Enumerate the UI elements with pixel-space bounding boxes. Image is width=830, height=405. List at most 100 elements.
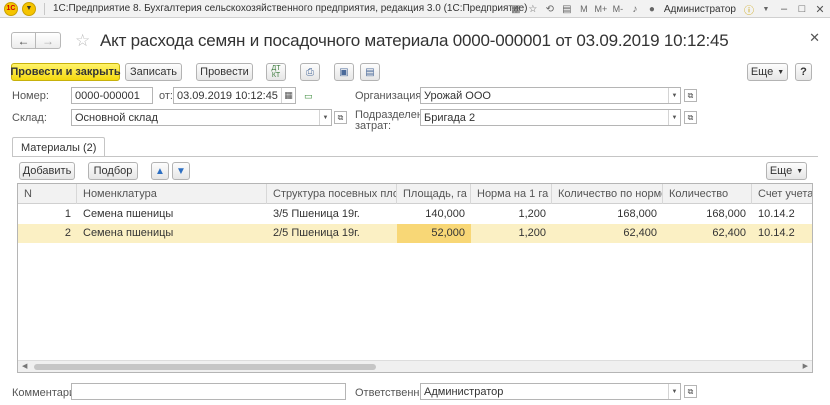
move-down-button[interactable]: ▼: [172, 162, 190, 180]
title-bar-tools: ▦ ☆ ⟲ ▤ M M+ M- ♪ ● Администратор ⓘ ▼ – …: [509, 0, 830, 18]
cost-department-value: Бригада 2: [424, 111, 476, 124]
column-header-structure[interactable]: Структура посевных площа...: [267, 184, 397, 204]
open-responsible-icon[interactable]: ⧉: [684, 385, 697, 398]
history-icon[interactable]: ⟲: [543, 2, 557, 16]
more-button[interactable]: Еще ▼: [747, 63, 788, 81]
date-value: 03.09.2019 10:12:45: [177, 89, 278, 102]
cell-structure[interactable]: 2/5 Пшеница 19г.: [267, 224, 397, 243]
m-minus-icon[interactable]: M-: [611, 2, 625, 16]
cell-norm[interactable]: 1,200: [471, 205, 552, 224]
materials-table[interactable]: N Номенклатура Структура посевных площа.…: [17, 183, 813, 373]
cost-department-label-line2: затрат:: [355, 120, 392, 132]
move-up-button[interactable]: ▲: [151, 162, 169, 180]
number-field[interactable]: 0000-000001: [71, 87, 153, 104]
info-dropdown-icon[interactable]: ▼: [759, 2, 773, 16]
favorite-star-icon[interactable]: ☆: [75, 31, 90, 51]
cost-department-field[interactable]: Бригада 2 ▼: [420, 109, 681, 126]
organization-label: Организация:: [355, 90, 425, 102]
table-more-label: Еще: [769, 165, 793, 177]
current-user[interactable]: Администратор: [664, 4, 736, 15]
close-form-icon[interactable]: ✕: [809, 30, 820, 46]
table-row[interactable]: 2 Семена пшеницы 2/5 Пшеница 19г. 52,000…: [18, 224, 812, 243]
structure-button[interactable]: ▣: [334, 63, 354, 81]
open-cost-department-icon[interactable]: ⧉: [684, 111, 697, 124]
column-header-norm[interactable]: Норма на 1 га: [471, 184, 552, 204]
dt-kt-icon: ДТ КТ: [271, 65, 281, 79]
column-header-item[interactable]: Номенклатура: [77, 184, 267, 204]
print-button[interactable]: ⎙: [300, 63, 320, 81]
column-header-account[interactable]: Счет учета: [752, 184, 812, 204]
page-title: Акт расхода семян и посадочного материал…: [100, 31, 729, 50]
cell-norm[interactable]: 1,200: [471, 224, 552, 243]
calendar-icon[interactable]: ▤: [560, 2, 574, 16]
cell-account[interactable]: 10.14.2: [752, 224, 812, 243]
document-status-icon: ▭: [304, 91, 313, 101]
info-icon[interactable]: ⓘ: [742, 2, 756, 17]
tab-materials[interactable]: Материалы (2): [12, 137, 106, 157]
report-button[interactable]: ▤: [360, 63, 380, 81]
forward-button[interactable]: →: [36, 32, 61, 49]
m-icon[interactable]: M: [577, 2, 591, 16]
cell-qty[interactable]: 168,000: [663, 205, 752, 224]
column-header-qty[interactable]: Количество: [663, 184, 752, 204]
horizontal-scrollbar[interactable]: ◀ ▶: [18, 360, 812, 372]
warehouse-label: Склад:: [12, 112, 47, 124]
open-organization-icon[interactable]: ⧉: [684, 89, 697, 102]
divider: [44, 2, 45, 15]
scroll-left-icon[interactable]: ◀: [22, 362, 27, 370]
table-more-button[interactable]: Еще ▼: [766, 162, 807, 180]
arrow-right-icon: →: [42, 33, 54, 48]
cell-n: 2: [64, 227, 71, 239]
responsible-value: Администратор: [424, 385, 504, 398]
table-row[interactable]: 1 Семена пшеницы 3/5 Пшеница 19г. 140,00…: [18, 205, 812, 224]
cell-n: 1: [64, 208, 71, 220]
app-logo: 1С: [4, 1, 18, 16]
warehouse-field[interactable]: Основной склад ▼: [71, 109, 332, 126]
select-items-button[interactable]: Подбор: [88, 162, 138, 180]
chevron-down-icon[interactable]: ▼: [668, 88, 680, 103]
cell-structure[interactable]: 3/5 Пшеница 19г.: [267, 205, 397, 224]
dt-kt-button[interactable]: ДТ КТ: [266, 63, 286, 81]
add-row-button[interactable]: Добавить: [19, 162, 75, 180]
warehouse-value: Основной склад: [75, 111, 158, 124]
comment-field[interactable]: [71, 383, 346, 400]
star-icon[interactable]: ☆: [526, 2, 540, 16]
arrow-down-icon: ▼: [176, 165, 186, 177]
responsible-field[interactable]: Администратор ▼: [420, 383, 681, 400]
open-warehouse-icon[interactable]: ⧉: [334, 111, 347, 124]
chevron-down-icon: ▼: [777, 68, 785, 76]
chevron-down-icon[interactable]: ▼: [668, 110, 680, 125]
more-label: Еще: [750, 66, 774, 78]
chevron-down-icon[interactable]: ▼: [319, 110, 331, 125]
cell-account[interactable]: 10.14.2: [752, 205, 812, 224]
organization-field[interactable]: Урожай ООО ▼: [420, 87, 681, 104]
user-icon[interactable]: ●: [645, 2, 659, 16]
m-plus-icon[interactable]: M+: [594, 2, 608, 16]
calendar-icon[interactable]: ▦: [281, 88, 295, 103]
cell-qty[interactable]: 62,400: [663, 224, 752, 243]
column-header-area[interactable]: Площадь, га: [397, 184, 471, 204]
column-header-n[interactable]: N: [18, 184, 77, 204]
grid-icon[interactable]: ▦: [509, 2, 523, 16]
cell-item[interactable]: Семена пшеницы: [77, 224, 267, 243]
maximize-icon[interactable]: □: [794, 2, 810, 16]
column-header-qty-norm[interactable]: Количество по норме: [552, 184, 663, 204]
cell-item[interactable]: Семена пшеницы: [77, 205, 267, 224]
post-and-close-button[interactable]: Провести и закрыть: [10, 63, 121, 81]
save-button[interactable]: Записать: [125, 63, 182, 81]
back-button[interactable]: ←: [11, 32, 36, 49]
chevron-down-icon[interactable]: ▼: [668, 384, 680, 399]
scroll-right-icon[interactable]: ▶: [803, 362, 808, 370]
scrollbar-thumb[interactable]: [34, 364, 376, 370]
date-field[interactable]: 03.09.2019 10:12:45 ▦: [173, 87, 296, 104]
printer-icon: ⎙: [306, 66, 314, 78]
cell-area[interactable]: 52,000: [397, 224, 471, 243]
cell-area[interactable]: 140,000: [397, 205, 471, 224]
number-value: 0000-000001: [75, 89, 140, 102]
post-button[interactable]: Провести: [196, 63, 253, 81]
close-window-icon[interactable]: ✕: [812, 2, 828, 16]
main-menu-chevron-icon[interactable]: ▼: [22, 1, 36, 16]
help-button[interactable]: ?: [795, 63, 812, 81]
bell-icon[interactable]: ♪: [628, 2, 642, 16]
minimize-icon[interactable]: –: [776, 2, 792, 16]
